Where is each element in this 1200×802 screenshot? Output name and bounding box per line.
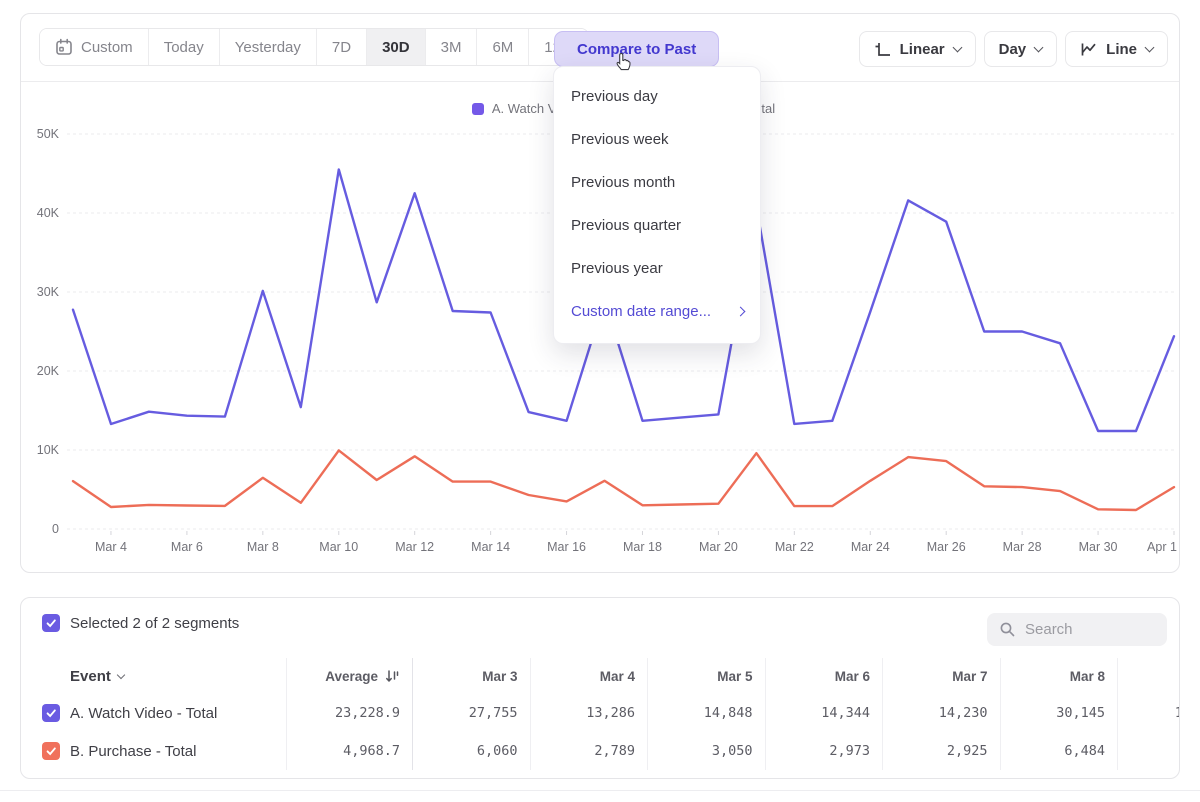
preset-custom[interactable]: Custom (40, 29, 149, 65)
y-axis-label: 10K (37, 443, 60, 457)
x-axis-label: Mar 22 (775, 540, 814, 554)
y-axis-label: 50K (37, 127, 60, 141)
chevron-right-icon (736, 307, 746, 317)
x-axis-label: Mar 10 (319, 540, 358, 554)
menu-item-custom-date-range[interactable]: Custom date range... (554, 290, 760, 333)
preset-today[interactable]: Today (149, 29, 220, 65)
value-cell: 3,314 (1118, 732, 1180, 770)
y-axis-label: 40K (37, 206, 60, 220)
legend-swatch (472, 103, 484, 115)
page-bottom-edge (0, 790, 1200, 791)
chart-type-label: Line (1106, 41, 1137, 58)
x-axis-label: Mar 26 (927, 540, 966, 554)
x-axis-label: Mar 12 (395, 540, 434, 554)
value-cell: 2,789 (531, 732, 649, 770)
value-cell: 13,286 (531, 694, 649, 732)
value-cell: 2,973 (766, 732, 884, 770)
value-cell: 14,848 (648, 694, 766, 732)
date-column-header: Mar 6 (766, 658, 884, 694)
value-cell: 3,050 (648, 732, 766, 770)
x-axis-label: Mar 18 (623, 540, 662, 554)
preset-3m[interactable]: 3M (426, 29, 478, 65)
y-axis-label: 0 (52, 522, 59, 536)
x-axis-label: Mar 8 (247, 540, 279, 554)
date-range-presets: CustomTodayYesterday7D30D3M6M12M (39, 28, 589, 66)
compare-to-past-button[interactable]: Compare to Past (554, 31, 719, 67)
table-row-event: A. Watch Video - Total (21, 694, 287, 732)
sort-descending-icon (385, 669, 400, 684)
average-column-header[interactable]: Average (287, 658, 413, 694)
date-column-header: Mar 7 (883, 658, 1001, 694)
scale-dropdown-button[interactable]: Linear (859, 31, 976, 67)
preset-30d[interactable]: 30D (367, 29, 426, 65)
x-axis-label: Mar 24 (851, 540, 890, 554)
granularity-label: Day (999, 41, 1027, 58)
x-axis-label: Apr 1 (1147, 540, 1177, 554)
segment-selection-summary: Selected 2 of 2 segments (42, 614, 239, 632)
chart-display-controls: Linear Day Line (859, 31, 1168, 67)
chevron-down-icon (1145, 42, 1155, 52)
value-cell: 2,925 (883, 732, 1001, 770)
row-checkbox[interactable] (42, 704, 60, 722)
date-column-header: Mar 4 (531, 658, 649, 694)
value-cell: 14,344 (766, 694, 884, 732)
segments-table-card: Selected 2 of 2 segments EventAverageMar… (20, 597, 1180, 779)
table-search (987, 613, 1167, 646)
selection-summary-label: Selected 2 of 2 segments (70, 615, 239, 632)
x-axis-label: Mar 4 (95, 540, 127, 554)
calendar-icon (55, 38, 73, 56)
chevron-down-icon (952, 42, 962, 52)
axis-scale-icon (874, 41, 891, 58)
preset-7d[interactable]: 7D (317, 29, 367, 65)
date-column-header: Mar 3 (413, 658, 531, 694)
y-axis-label: 30K (37, 285, 60, 299)
date-column-header: Mar 8 (1001, 658, 1119, 694)
average-value-cell: 23,228.9 (287, 694, 413, 732)
menu-item-previous-week[interactable]: Previous week (554, 118, 760, 161)
value-cell: 15,432 (1118, 694, 1180, 732)
date-column-header: Mar 9 (1118, 658, 1180, 694)
chart-type-dropdown-button[interactable]: Line (1065, 31, 1168, 67)
compare-to-past-menu: Previous dayPrevious weekPrevious monthP… (553, 66, 761, 344)
search-input[interactable] (1025, 621, 1155, 638)
x-axis-label: Mar 16 (547, 540, 586, 554)
series-line-b[interactable] (73, 450, 1174, 510)
select-all-checkbox[interactable] (42, 614, 60, 632)
menu-item-previous-year[interactable]: Previous year (554, 247, 760, 290)
scale-label: Linear (900, 41, 945, 58)
value-cell: 6,484 (1001, 732, 1119, 770)
preset-yesterday[interactable]: Yesterday (220, 29, 317, 65)
menu-item-previous-quarter[interactable]: Previous quarter (554, 204, 760, 247)
x-axis-label: Mar 6 (171, 540, 203, 554)
chevron-down-icon (1034, 42, 1044, 52)
value-cell: 14,230 (883, 694, 1001, 732)
analytics-dashboard: CustomTodayYesterday7D30D3M6M12M Compare… (0, 0, 1200, 802)
x-axis-label: Mar 14 (471, 540, 510, 554)
row-checkbox[interactable] (42, 742, 60, 760)
y-axis-label: 20K (37, 364, 60, 378)
search-icon (999, 621, 1016, 638)
menu-item-previous-month[interactable]: Previous month (554, 161, 760, 204)
preset-6m[interactable]: 6M (477, 29, 529, 65)
x-axis-label: Mar 30 (1079, 540, 1118, 554)
table-row-event: B. Purchase - Total (21, 732, 287, 770)
x-axis-label: Mar 28 (1003, 540, 1042, 554)
granularity-dropdown-button[interactable]: Day (984, 31, 1058, 67)
x-axis-label: Mar 20 (699, 540, 738, 554)
average-value-cell: 4,968.7 (287, 732, 413, 770)
value-cell: 6,060 (413, 732, 531, 770)
value-cell: 30,145 (1001, 694, 1119, 732)
chevron-down-icon (117, 670, 125, 678)
date-column-header: Mar 5 (648, 658, 766, 694)
line-chart-icon (1080, 41, 1097, 58)
value-cell: 27,755 (413, 694, 531, 732)
menu-item-previous-day[interactable]: Previous day (554, 75, 760, 118)
event-column-header[interactable]: Event (21, 658, 287, 694)
segments-table: EventAverageMar 3Mar 4Mar 5Mar 6Mar 7Mar… (21, 658, 1180, 770)
